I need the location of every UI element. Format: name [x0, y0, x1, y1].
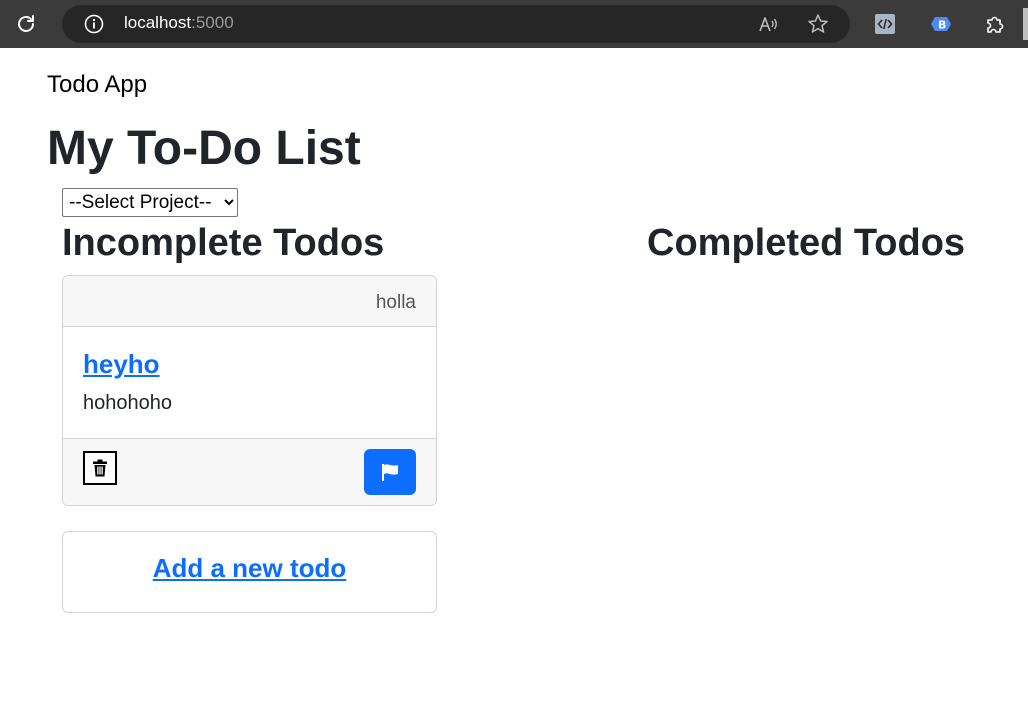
todo-title-link[interactable]: heyho: [83, 349, 160, 380]
completed-todos-heading: Completed Todos: [647, 222, 966, 264]
page-title: My To-Do List: [47, 122, 361, 175]
navbar-brand[interactable]: Todo App: [47, 71, 147, 99]
svg-text:B: B: [938, 19, 946, 32]
read-aloud-icon[interactable]: [757, 12, 781, 36]
reload-icon[interactable]: [14, 12, 38, 36]
todo-description: hohohoho: [83, 392, 172, 414]
bootstrap-extension-icon[interactable]: B: [928, 13, 952, 35]
url-port: :5000: [191, 13, 234, 32]
todo-card-footer: [63, 438, 436, 505]
todo-project-label: holla: [375, 292, 416, 313]
window-edge: [1023, 8, 1028, 40]
url-host: localhost: [124, 13, 192, 32]
todo-card-header: holla: [63, 276, 436, 327]
info-icon[interactable]: [84, 14, 104, 34]
complete-todo-button[interactable]: [364, 449, 416, 495]
flag-icon: [382, 464, 398, 481]
address-text[interactable]: localhost:5000: [124, 13, 234, 33]
browser-toolbar: localhost:5000 B: [0, 0, 1028, 48]
favorite-star-icon[interactable]: [806, 12, 830, 36]
delete-todo-button[interactable]: [83, 451, 117, 485]
add-todo-link[interactable]: Add a new todo: [63, 553, 436, 584]
project-select[interactable]: --Select Project--: [62, 188, 238, 217]
trash-icon: [93, 459, 107, 477]
extensions-puzzle-icon[interactable]: [983, 12, 1007, 36]
incomplete-todos-heading: Incomplete Todos: [62, 222, 385, 264]
devtools-extension-icon[interactable]: [874, 13, 896, 35]
add-todo-card: Add a new todo: [62, 531, 437, 613]
todo-card: holla heyho hohohoho: [62, 275, 437, 506]
